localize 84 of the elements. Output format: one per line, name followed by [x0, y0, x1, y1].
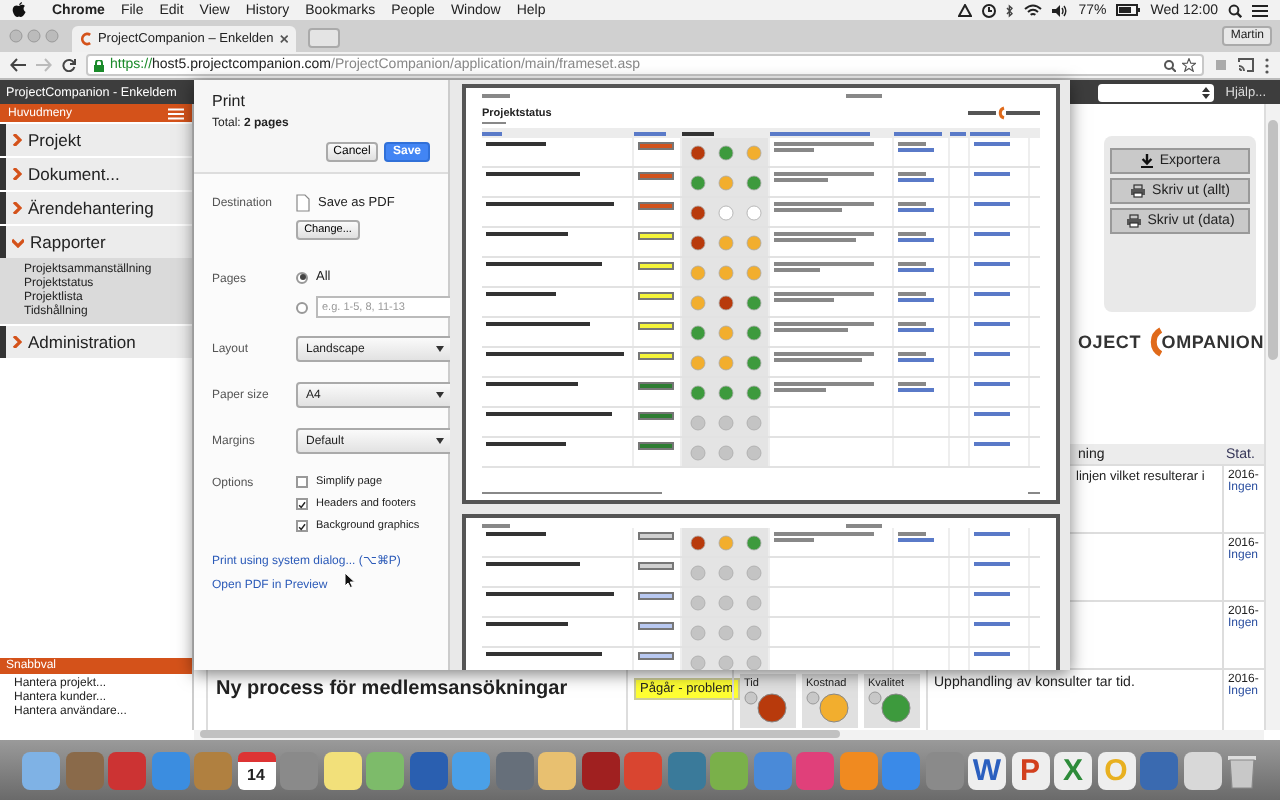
menu-label: Ärendehantering: [28, 198, 154, 218]
window-buttons-icon[interactable]: [8, 28, 60, 44]
app-icon[interactable]: [495, 751, 533, 789]
indicator-dot: [744, 691, 758, 705]
app-icon[interactable]: [538, 751, 576, 789]
app-icon[interactable]: W: [968, 751, 1006, 789]
app-icon[interactable]: [1140, 751, 1178, 789]
menu-item[interactable]: Rapporter: [0, 226, 192, 258]
app-icon[interactable]: [624, 751, 662, 789]
menu-label: Rapporter: [30, 232, 106, 252]
app-icon[interactable]: [151, 751, 189, 789]
chevron-right-icon: [12, 168, 22, 180]
pointer-icon: [344, 572, 356, 588]
chevron-right-icon: [12, 336, 22, 348]
lock-icon: [94, 59, 104, 71]
search-icon[interactable]: [1228, 3, 1242, 17]
app-icon[interactable]: [366, 751, 404, 789]
checkbox[interactable]: [296, 498, 308, 510]
app-icon[interactable]: [796, 751, 834, 789]
reload-icon[interactable]: [62, 58, 76, 72]
scrollbar[interactable]: [1264, 104, 1280, 730]
back-icon[interactable]: [10, 58, 26, 72]
menu-label: Projekt: [28, 130, 81, 150]
menu-label: Administration: [28, 332, 136, 352]
project-name[interactable]: Ny process för medlemsansökningar: [208, 670, 626, 701]
caret-icon: [436, 346, 444, 352]
new-tab-button[interactable]: [308, 28, 340, 48]
hamburger-icon[interactable]: [168, 107, 184, 119]
logo-text: OMPANION: [1161, 332, 1264, 352]
menu-label: Dokument...: [28, 164, 120, 184]
document-icon: [296, 194, 310, 212]
dialog-title: Print: [212, 92, 247, 110]
menu-item[interactable]: Projekt: [0, 124, 192, 156]
updown-icon: [1201, 85, 1210, 99]
favicon-icon: [80, 32, 92, 46]
chevron-right-icon: [12, 134, 22, 146]
logo-text: OJECT: [1078, 332, 1142, 352]
menu-icon[interactable]: [1264, 57, 1270, 73]
star-icon[interactable]: [1182, 58, 1196, 72]
close-icon[interactable]: [279, 34, 288, 44]
clock-icon[interactable]: [982, 3, 997, 17]
logo-icon: [968, 105, 1040, 119]
scrollbar[interactable]: [194, 730, 1264, 740]
calendar-icon[interactable]: 14: [237, 751, 275, 789]
checkbox[interactable]: [296, 520, 308, 532]
zoom-icon[interactable]: [1164, 59, 1176, 71]
list-icon[interactable]: [1252, 3, 1268, 17]
radio-button[interactable]: [296, 301, 308, 313]
app-icon[interactable]: [839, 751, 877, 789]
app-icon[interactable]: [22, 751, 60, 789]
bluetooth-icon[interactable]: [1006, 3, 1015, 17]
drive-icon[interactable]: [958, 3, 973, 17]
menu-item[interactable]: Administration: [0, 326, 192, 358]
chevron-right-icon: [12, 202, 22, 214]
radio-button[interactable]: [296, 271, 308, 283]
app-icon[interactable]: [65, 751, 103, 789]
menu-item[interactable]: Dokument...: [0, 158, 192, 190]
app-icon[interactable]: [323, 751, 361, 789]
chevron-down-icon: [12, 237, 24, 247]
app-icon[interactable]: X: [1054, 751, 1092, 789]
app-icon[interactable]: [753, 751, 791, 789]
download-icon: [1139, 154, 1154, 168]
extension-icon[interactable]: [1214, 58, 1228, 72]
volume-icon[interactable]: [1052, 3, 1069, 17]
menu-item[interactable]: Ärendehantering: [0, 192, 192, 224]
caret-icon: [436, 392, 444, 398]
app-icon[interactable]: [925, 751, 963, 789]
forward-icon[interactable]: [36, 58, 52, 72]
apple-icon[interactable]: [12, 2, 26, 18]
checkbox[interactable]: [296, 476, 308, 488]
app-icon[interactable]: [108, 751, 146, 789]
indicator-dot: [806, 691, 820, 705]
trash-icon[interactable]: [1226, 751, 1258, 789]
wifi-icon[interactable]: [1024, 3, 1043, 17]
app-icon[interactable]: [409, 751, 447, 789]
select-field[interactable]: [1097, 83, 1214, 101]
app-icon[interactable]: [581, 751, 619, 789]
app-icon[interactable]: [667, 751, 705, 789]
app-icon[interactable]: [1183, 751, 1221, 789]
cast-icon[interactable]: [1238, 58, 1254, 72]
battery-icon[interactable]: [1116, 4, 1141, 16]
caret-icon: [436, 438, 444, 444]
indicator-dot: [868, 691, 882, 705]
app-icon[interactable]: P: [1011, 751, 1049, 789]
